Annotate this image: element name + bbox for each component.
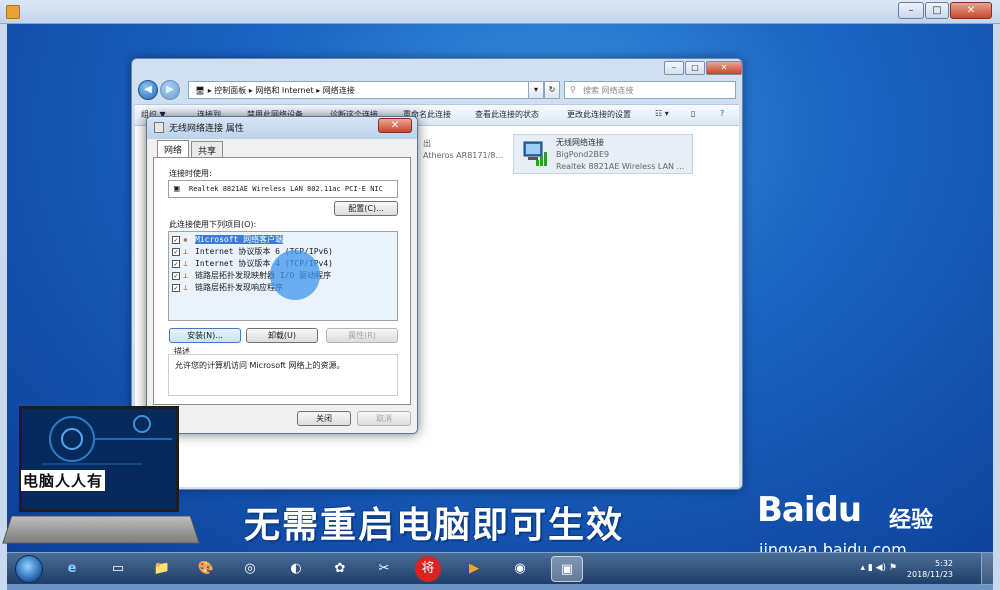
description-box: 允许您的计算机访问 Microsoft 网络上的资源。 (168, 354, 398, 396)
baidu-jingyan-text: 经验 (889, 508, 934, 533)
checkbox[interactable]: ✓ (172, 271, 180, 280)
item-label: Microsoft 网络客户端 (195, 235, 284, 244)
chess-icon[interactable]: 将 (415, 556, 441, 582)
dialog-close-button[interactable]: ✕ (378, 118, 412, 133)
configure-button[interactable]: 配置(C)... (334, 201, 398, 216)
network-connections-taskbar-item[interactable]: ▣ (551, 556, 583, 582)
client-icon: ▪ (183, 235, 188, 244)
ethernet-device: Atheros AR8171/8... (423, 151, 503, 160)
maximize-button[interactable]: □ (925, 2, 949, 19)
pinwheel-icon[interactable]: ✿ (327, 556, 353, 582)
protocol-icon: ⊥ (183, 283, 188, 292)
paint-icon[interactable]: 🎨 (193, 556, 219, 582)
player-app-icon (6, 5, 20, 19)
checkbox[interactable]: ✓ (172, 247, 180, 256)
properties-button[interactable]: 属性(R) (326, 328, 398, 343)
laptop-logo: 电脑人人有 (2, 404, 200, 550)
explorer-minimize-button[interactable]: – (664, 61, 684, 75)
ethernet-status: 出 (423, 139, 431, 148)
show-desktop-button[interactable] (981, 553, 993, 585)
explorer-close-button[interactable]: ✕ (706, 61, 742, 75)
window-frame-left (0, 24, 7, 590)
toolbar-view-status[interactable]: 查看此连接的状态 (475, 109, 539, 120)
folder-icon[interactable]: 📁 (149, 556, 175, 582)
clock[interactable]: 5:32 2018/11/23 (907, 558, 953, 580)
wireless-device: Realtek 8821AE Wireless LAN ... (556, 162, 685, 171)
start-button[interactable] (15, 555, 43, 583)
list-item[interactable]: ✓ ⊥ 链路层拓扑发现响应程序 (172, 282, 283, 294)
description-text: 允许您的计算机访问 Microsoft 网络上的资源。 (175, 361, 345, 370)
address-dropdown-button[interactable]: ▾ (528, 81, 544, 99)
network-tab-page: 连接时使用: ▣ Realtek 8821AE Wireless LAN 802… (153, 157, 411, 405)
laptop-keyboard (2, 515, 200, 544)
minimize-button[interactable]: – (898, 2, 924, 19)
dialog-title: 无线网络连接 属性 (169, 124, 244, 134)
breadcrumb-network-internet[interactable]: 网络和 Internet (255, 86, 313, 95)
breadcrumb-control-panel[interactable]: 控制面板 (214, 86, 246, 95)
protocol-icon: ⊥ (183, 247, 188, 256)
baidu-logo: Baidu (757, 490, 862, 530)
checkbox[interactable]: ✓ (172, 283, 180, 292)
list-item[interactable]: ✓ ▪ Microsoft 网络客户端 (172, 234, 284, 246)
address-bar[interactable]: 🖥 ▸ 控制面板 ▸ 网络和 Internet ▸ 网络连接 (188, 81, 546, 99)
item-label: Internet 协议版本 6 (TCP/IPv6) (195, 247, 333, 256)
breadcrumb-icon: 🖥 (195, 86, 206, 95)
protocol-icon: ⊥ (183, 271, 188, 280)
items-label: 此连接使用下列项目(O): (169, 220, 257, 229)
close-dialog-button[interactable]: 关闭 (297, 411, 351, 426)
ie-icon[interactable]: e (59, 556, 85, 582)
browser-icon[interactable]: ◐ (283, 556, 309, 582)
outer-titlebar: – □ ✕ (0, 0, 1000, 24)
media-player-icon[interactable]: ▶ (461, 556, 487, 582)
clock-date: 2018/11/23 (906, 570, 953, 579)
taskbar: e ▭ 📁 🎨 ◎ ◐ ✿ ✂ 将 ▶ ◉ ▣ ▴ ▮ ◀) ⚑ 5:32 20… (7, 552, 993, 585)
cursor-highlight (270, 250, 320, 300)
adapter-icon: ▣ (174, 184, 180, 194)
forward-button[interactable]: ▶ (160, 80, 180, 100)
search-input[interactable]: ⚲ 搜索 网络连接 (564, 81, 736, 99)
refresh-button[interactable]: ↻ (544, 81, 560, 99)
library-icon[interactable]: ▭ (105, 556, 131, 582)
view-options-icon[interactable]: ☷ ▾ (655, 109, 669, 118)
preview-pane-icon[interactable]: ▯ (691, 109, 695, 118)
explorer-maximize-button[interactable]: □ (685, 61, 705, 75)
wireless-network-icon (523, 141, 547, 166)
help-icon[interactable]: ? (720, 109, 724, 118)
breadcrumb-network-connections[interactable]: 网络连接 (323, 86, 355, 95)
app-icon[interactable]: ◎ (237, 556, 263, 582)
adapter-field: ▣ Realtek 8821AE Wireless LAN 802.11ac P… (168, 180, 398, 198)
connect-using-label: 连接时使用: (169, 169, 212, 178)
tab-sharing[interactable]: 共享 (191, 141, 224, 157)
tray-icons[interactable]: ▴ ▮ ◀) ⚑ (860, 563, 897, 573)
close-button[interactable]: ✕ (950, 2, 992, 19)
wireless-ssid: BigPond2BE9 (556, 150, 610, 159)
dialog-icon (154, 122, 164, 133)
search-placeholder: 搜索 网络连接 (583, 86, 634, 95)
wireless-adapter[interactable]: 无线网络连接 BigPond2BE9 Realtek 8821AE Wirele… (513, 134, 693, 174)
toolbar-change-settings[interactable]: 更改此连接的设置 (567, 109, 631, 120)
wireless-name: 无线网络连接 (556, 138, 604, 147)
video-caption: 无需重启电脑即可生效 (244, 504, 625, 546)
checkbox[interactable]: ✓ (172, 235, 180, 244)
window-frame-right (993, 24, 1000, 590)
camera-icon[interactable]: ◉ (507, 556, 533, 582)
laptop-screen (19, 406, 179, 512)
search-icon: ⚲ (570, 85, 576, 94)
ethernet-adapter[interactable]: 出 Atheros AR8171/8... (423, 138, 503, 162)
dialog-titlebar: 无线网络连接 属性 (147, 117, 417, 139)
adapter-name: Realtek 8821AE Wireless LAN 802.11ac PCI… (189, 185, 383, 193)
tools-icon[interactable]: ✂ (371, 556, 397, 582)
brand-text: 电脑人人有 (21, 470, 106, 491)
back-button[interactable]: ◀ (138, 80, 158, 100)
protocol-icon: ⊥ (183, 259, 188, 268)
cancel-button[interactable]: 取消 (357, 411, 411, 426)
item-label: 链路层拓扑发现响应程序 (195, 283, 283, 292)
wireless-properties-dialog: 无线网络连接 属性 ✕ 网络 共享 连接时使用: ▣ Realtek 8821A… (146, 116, 418, 434)
tab-network[interactable]: 网络 (157, 140, 190, 158)
checkbox[interactable]: ✓ (172, 259, 180, 268)
install-button[interactable]: 安装(N)... (169, 328, 241, 343)
uninstall-button[interactable]: 卸载(U) (246, 328, 318, 343)
circuit-graphic (42, 415, 172, 465)
clock-time: 5:32 (935, 559, 953, 568)
